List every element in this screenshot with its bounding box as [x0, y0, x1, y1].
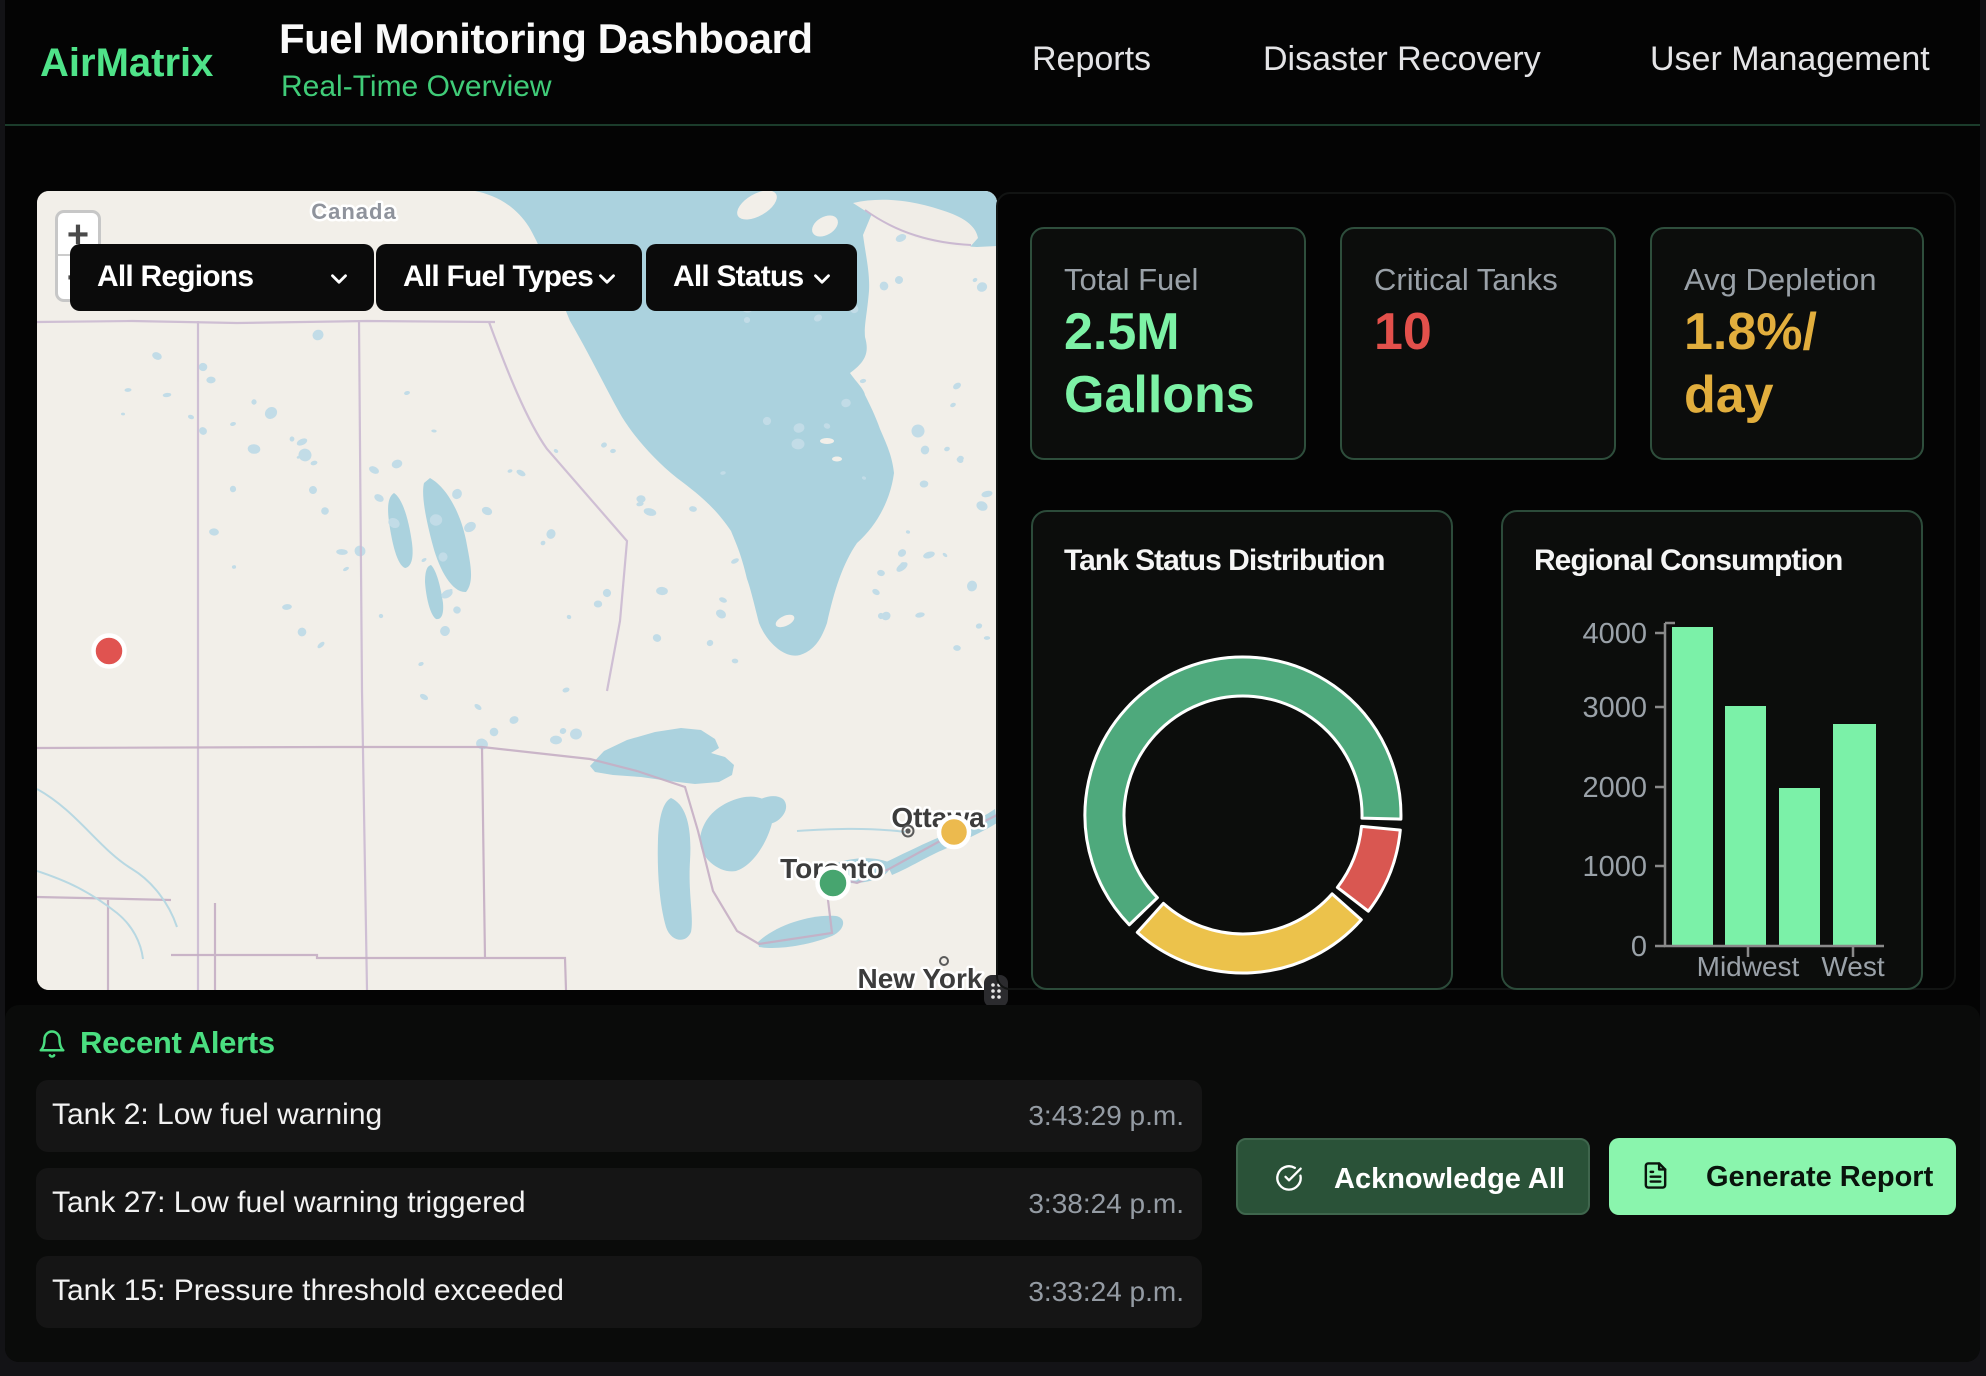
svg-text:3000: 3000	[1582, 692, 1647, 724]
svg-text:0: 0	[1631, 931, 1647, 963]
svg-text:Midwest: Midwest	[1697, 951, 1800, 982]
svg-text:New York: New York	[857, 963, 982, 990]
svg-text:4000: 4000	[1582, 618, 1647, 650]
svg-text:Canada: Canada	[311, 199, 396, 224]
svg-text:2000: 2000	[1582, 772, 1647, 804]
svg-text:1000: 1000	[1582, 851, 1647, 883]
svg-text:West: West	[1821, 951, 1884, 982]
